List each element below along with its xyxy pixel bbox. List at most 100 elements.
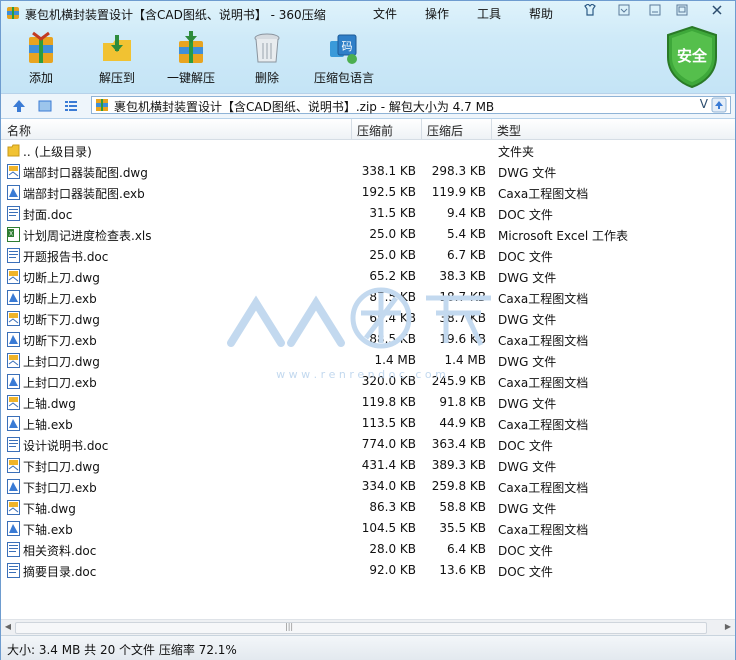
skin-icon[interactable] <box>579 3 601 20</box>
address-text: 裹包机横封装置设计【含CAD图纸、说明书】.zip - 解包大小为 4.7 MB <box>114 100 495 114</box>
column-divider[interactable] <box>351 119 352 139</box>
file-packed-size: 389.3 KB <box>431 458 486 472</box>
file-size: 65.4 KB <box>369 311 416 325</box>
scroll-thumb[interactable] <box>15 622 707 634</box>
file-type: DOC 文件 <box>498 544 553 558</box>
file-packed-size: 9.4 KB <box>447 206 486 220</box>
file-packed-size: 18.7 KB <box>439 290 486 304</box>
file-name: 下轴.dwg <box>23 502 76 516</box>
file-row[interactable]: 端部封口器装配图.exb 192.5 KB 119.9 KB Caxa工程图文档 <box>1 182 735 203</box>
file-type: Caxa工程图文档 <box>498 334 589 348</box>
column-divider[interactable] <box>491 119 492 139</box>
doc-file-icon <box>7 437 20 452</box>
delete-button[interactable]: 删除 <box>237 31 297 89</box>
file-row[interactable]: 上轴.exb 113.5 KB 44.9 KB Caxa工程图文档 <box>1 413 735 434</box>
header-packed[interactable]: 压缩后 <box>427 122 463 139</box>
chevron-down-icon[interactable]: V <box>700 97 708 111</box>
thumbnail-view-icon[interactable] <box>37 98 53 114</box>
file-size: 87.5 KB <box>369 290 416 304</box>
file-row[interactable]: 封面.doc 31.5 KB 9.4 KB DOC 文件 <box>1 203 735 224</box>
column-divider[interactable] <box>421 119 422 139</box>
list-view-icon[interactable] <box>63 98 79 114</box>
file-size: 192.5 KB <box>361 185 416 199</box>
file-row[interactable]: 开题报告书.doc 25.0 KB 6.7 KB DOC 文件 <box>1 245 735 266</box>
file-size: 31.5 KB <box>369 206 416 220</box>
file-row[interactable]: 切断下刀.dwg 65.4 KB 38.7 KB DWG 文件 <box>1 308 735 329</box>
scroll-left-icon[interactable]: ◀ <box>2 621 14 633</box>
file-name: 设计说明书.doc <box>23 439 109 453</box>
file-packed-size: 363.4 KB <box>431 437 486 451</box>
archive-language-label: 压缩包语言 <box>313 71 374 85</box>
file-name: 开题报告书.doc <box>23 250 109 264</box>
file-type: DOC 文件 <box>498 565 553 579</box>
header-name[interactable]: 名称 <box>7 122 31 139</box>
file-row[interactable]: 下封口刀.dwg 431.4 KB 389.3 KB DWG 文件 <box>1 455 735 476</box>
exb-file-icon <box>7 374 20 389</box>
maximize-icon[interactable] <box>671 4 693 20</box>
file-name: 切断下刀.exb <box>23 334 97 348</box>
add-button[interactable]: 添加 <box>11 31 71 89</box>
file-name: 端部封口器装配图.exb <box>23 187 145 201</box>
file-row[interactable]: 上轴.dwg 119.8 KB 91.8 KB DWG 文件 <box>1 392 735 413</box>
file-packed-size: 35.5 KB <box>439 521 486 535</box>
file-size: 92.0 KB <box>369 563 416 577</box>
file-row[interactable]: 切断上刀.exb 87.5 KB 18.7 KB Caxa工程图文档 <box>1 287 735 308</box>
file-size: 28.0 KB <box>369 542 416 556</box>
horizontal-scrollbar[interactable]: ◀ ||| ▶ <box>1 619 735 635</box>
one-click-extract-button[interactable]: 一键解压 <box>161 31 221 89</box>
file-row[interactable]: 上封口刀.dwg 1.4 MB 1.4 MB DWG 文件 <box>1 350 735 371</box>
scroll-right-icon[interactable]: ▶ <box>722 621 734 633</box>
archive-language-button[interactable]: 码 压缩包语言 <box>309 31 379 89</box>
file-type: Caxa工程图文档 <box>498 187 589 201</box>
address-field[interactable]: 裹包机横封装置设计【含CAD图纸、说明书】.zip - 解包大小为 4.7 MB… <box>91 96 731 114</box>
file-size: 338.1 KB <box>361 164 416 178</box>
file-row[interactable]: 相关资料.doc 28.0 KB 6.4 KB DOC 文件 <box>1 539 735 560</box>
file-name: 上封口刀.exb <box>23 376 97 390</box>
file-row[interactable]: 上封口刀.exb 320.0 KB 245.9 KB Caxa工程图文档 <box>1 371 735 392</box>
header-type[interactable]: 类型 <box>497 122 521 139</box>
file-type: Caxa工程图文档 <box>498 376 589 390</box>
up-arrow-icon[interactable] <box>11 98 27 114</box>
file-packed-size: 5.4 KB <box>447 227 486 241</box>
file-row[interactable]: 切断上刀.dwg 65.2 KB 38.3 KB DWG 文件 <box>1 266 735 287</box>
file-size: 119.8 KB <box>361 395 416 409</box>
file-size: 320.0 KB <box>361 374 416 388</box>
title-bar: 裹包机横封装置设计【含CAD图纸、说明书】 - 360压缩 文件 操作 工具 帮… <box>1 1 735 25</box>
menu-help[interactable]: 帮助 <box>529 5 553 22</box>
extract-to-button[interactable]: 解压到 <box>87 31 147 89</box>
minimize-icon[interactable] <box>644 4 666 20</box>
exb-file-icon <box>7 479 20 494</box>
header-size[interactable]: 压缩前 <box>357 122 393 139</box>
file-row[interactable]: 下轴.exb 104.5 KB 35.5 KB Caxa工程图文档 <box>1 518 735 539</box>
file-row[interactable]: 摘要目录.doc 92.0 KB 13.6 KB DOC 文件 <box>1 560 735 581</box>
file-size: 25.0 KB <box>369 227 416 241</box>
file-list: .. (上级目录) 文件夹 端部封口器装配图.dwg 338.1 KB 298.3 KB… <box>1 140 735 620</box>
menu-operate[interactable]: 操作 <box>425 5 449 22</box>
close-icon[interactable] <box>706 4 728 20</box>
window-title: 裹包机横封装置设计【含CAD图纸、说明书】 - 360压缩 <box>25 8 326 22</box>
file-size: 104.5 KB <box>361 521 416 535</box>
parent-folder-icon[interactable] <box>711 97 727 113</box>
file-row[interactable]: 切断下刀.exb 88.5 KB 19.6 KB Caxa工程图文档 <box>1 329 735 350</box>
file-row[interactable]: .. (上级目录) 文件夹 <box>1 140 735 161</box>
file-packed-size: 259.8 KB <box>431 479 486 493</box>
file-type: DOC 文件 <box>498 439 553 453</box>
file-type: Caxa工程图文档 <box>498 481 589 495</box>
file-size: 334.0 KB <box>361 479 416 493</box>
file-row[interactable]: 端部封口器装配图.dwg 338.1 KB 298.3 KB DWG 文件 <box>1 161 735 182</box>
file-type: DOC 文件 <box>498 208 553 222</box>
file-type: DWG 文件 <box>498 313 557 327</box>
security-shield[interactable]: 安全 <box>664 25 720 89</box>
file-row[interactable]: 下轴.dwg 86.3 KB 58.8 KB DWG 文件 <box>1 497 735 518</box>
menu-tools[interactable]: 工具 <box>477 5 501 22</box>
file-row[interactable]: X 计划周记进度检查表.xls 25.0 KB 5.4 KB Microsoft Exc… <box>1 224 735 245</box>
menu-file[interactable]: 文件 <box>373 5 397 22</box>
file-packed-size: 298.3 KB <box>431 164 486 178</box>
file-row[interactable]: 下封口刀.exb 334.0 KB 259.8 KB Caxa工程图文档 <box>1 476 735 497</box>
file-packed-size: 44.9 KB <box>439 416 486 430</box>
file-row[interactable]: 设计说明书.doc 774.0 KB 363.4 KB DOC 文件 <box>1 434 735 455</box>
dwg-file-icon <box>7 353 20 368</box>
status-text: 大小: 3.4 MB 共 20 个文件 压缩率 72.1% <box>7 643 237 657</box>
file-name: .. (上级目录) <box>23 145 92 159</box>
menu-arrow-icon[interactable] <box>613 4 635 20</box>
